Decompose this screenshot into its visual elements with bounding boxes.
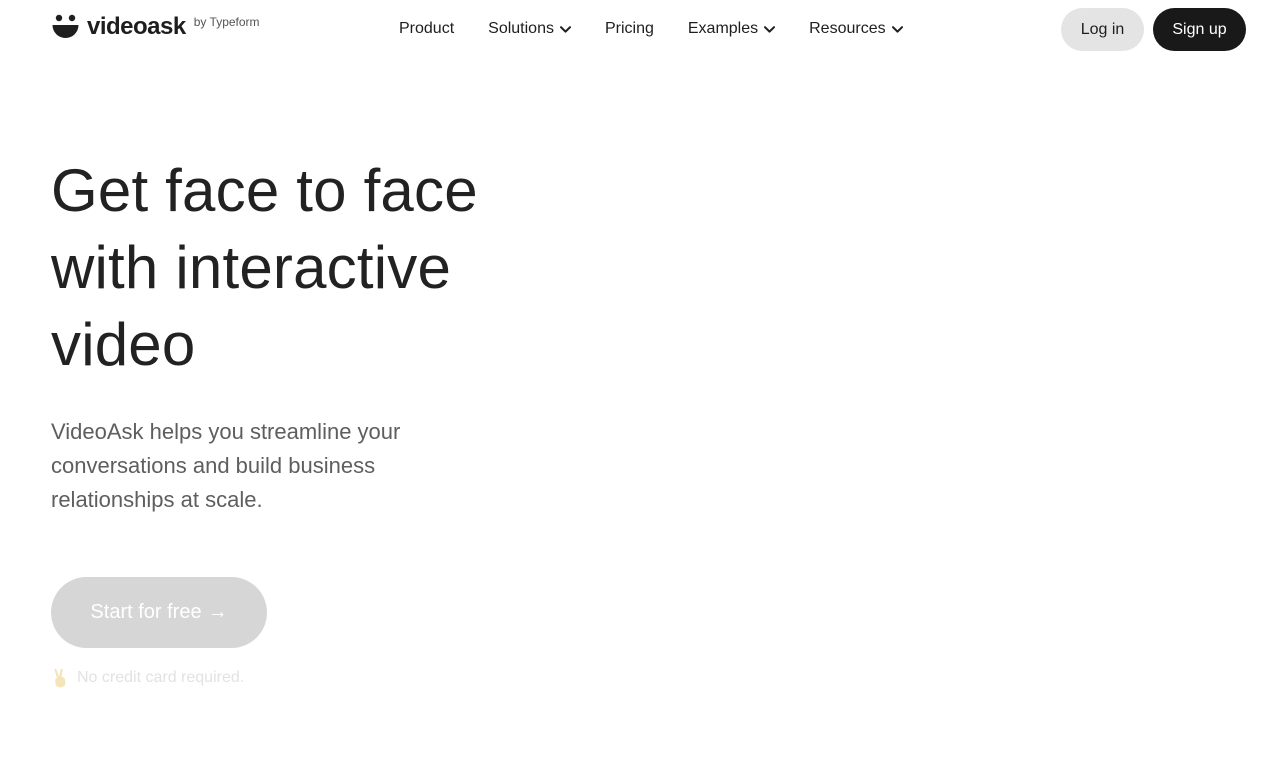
hero-title-line: video	[51, 311, 196, 378]
hero-subtitle-line: VideoAsk helps you streamline your	[51, 419, 401, 444]
nav-item-examples[interactable]: Examples	[687, 18, 776, 40]
nav-item-product[interactable]: Product	[399, 18, 454, 40]
brand-byline: by Typeform	[193, 15, 260, 29]
nav-item-label: Solutions	[488, 20, 554, 37]
hero-subtitle-line: relationships at scale.	[51, 487, 263, 512]
hero-subtitle-line: conversations and build business	[51, 453, 376, 478]
start-button-label: Start for free	[90, 601, 202, 623]
hero-title: Get face to face with interactive video	[51, 152, 611, 383]
arrow-right-icon: →	[207, 601, 228, 623]
nav-item-label: Product	[399, 20, 455, 37]
chevron-down-icon	[559, 25, 571, 33]
top-navigation: videoask by Typeform Product Solutions P…	[0, 0, 1280, 58]
note-text: No credit card required.	[77, 669, 245, 686]
nav-item-label: Pricing	[604, 20, 654, 37]
nav-item-label: Resources	[809, 20, 886, 37]
no-credit-card-note: No credit card required.	[51, 667, 244, 689]
nav-item-solutions[interactable]: Solutions	[488, 18, 571, 40]
videoask-logo[interactable]: videoask by Typeform	[52, 12, 260, 44]
hero-title-line: with interactive	[51, 234, 452, 301]
victory-hand-icon	[54, 668, 66, 688]
hero-subtitle: VideoAsk helps you streamline your conve…	[51, 415, 491, 517]
chevron-down-icon	[764, 25, 776, 33]
chevron-down-icon	[891, 25, 903, 33]
nav-item-resources[interactable]: Resources	[809, 18, 903, 40]
start-for-free-button[interactable]: Start for free →	[51, 577, 267, 648]
signup-button[interactable]: Sign up	[1153, 8, 1246, 51]
smiley-face-icon	[52, 14, 79, 38]
brand-name: videoask	[87, 13, 186, 40]
hero-title-line: Get face to face	[51, 157, 478, 224]
main-menu: Product Solutions Pricing Examples Resou…	[399, 18, 903, 40]
nav-item-pricing[interactable]: Pricing	[605, 18, 654, 40]
nav-item-label: Examples	[687, 20, 759, 37]
login-button[interactable]: Log in	[1061, 8, 1144, 51]
